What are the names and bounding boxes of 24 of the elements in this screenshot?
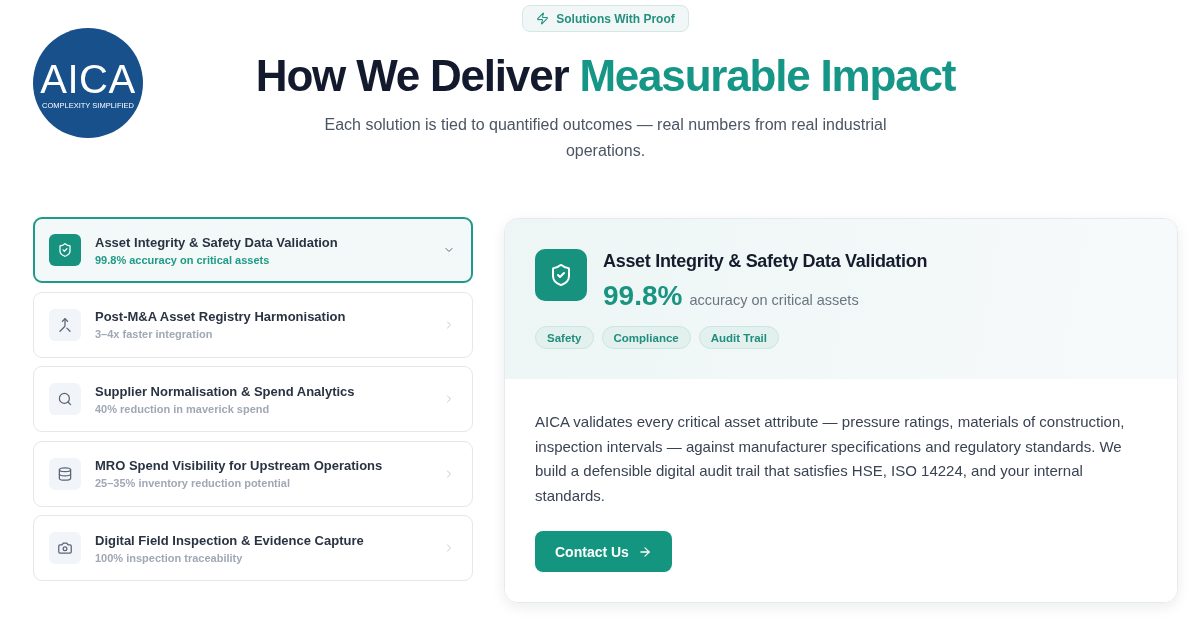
- shield-check-icon: [535, 249, 587, 301]
- lightning-bolt-icon: [536, 12, 550, 25]
- database-icon: [49, 457, 81, 490]
- category-tag: Safety: [535, 326, 594, 349]
- subtitle: Each solution is tied to quantified outcomes — real numbers from real industrial operations.: [323, 115, 888, 161]
- solution-item[interactable]: MRO Spend Visibility for Upstream Operations 25–35% inventory reduction potential: [33, 440, 473, 507]
- solution-item[interactable]: Post-M&A Asset Registry Harmonisation 3–4x faster integration: [33, 291, 473, 358]
- contact-button[interactable]: Contact Us: [535, 531, 672, 572]
- stat-label: accuracy on critical assets: [689, 292, 859, 308]
- arrow-right-icon: [637, 544, 652, 559]
- solution-item[interactable]: Digital Field Inspection & Evidence Capture 100% inspection traceability: [33, 515, 473, 581]
- logo-wordmark: AICA: [40, 58, 136, 99]
- description: AICA validates every critical asset attribute — pressure ratings, materials of construction, inspection intervals — against manufacturer specifications and regulatory standards. We build a defensible digital audit trail that satisfies HSE, ISO 14224, and your internal standards.: [535, 412, 1126, 506]
- solution-item[interactable]: Supplier Normalisation & Spend Analytics 40% reduction in maverick spend: [33, 366, 473, 432]
- stat-value: 99.8%: [603, 280, 683, 312]
- solution-item[interactable]: Asset Integrity & Safety Data Validation 99.8% accuracy on critical assets: [33, 217, 473, 283]
- detail-title: Asset Integrity & Safety Data Validation: [603, 250, 928, 272]
- heading: How We Deliver Measurable Impact: [255, 50, 956, 102]
- category-tag: Compliance: [601, 326, 691, 349]
- category-tag: Audit Trail: [698, 326, 779, 349]
- shield-check-icon: [49, 234, 81, 266]
- search-icon: [49, 383, 81, 415]
- camera-icon: [49, 532, 81, 564]
- eyebrow-text: Solutions With Proof: [556, 11, 675, 26]
